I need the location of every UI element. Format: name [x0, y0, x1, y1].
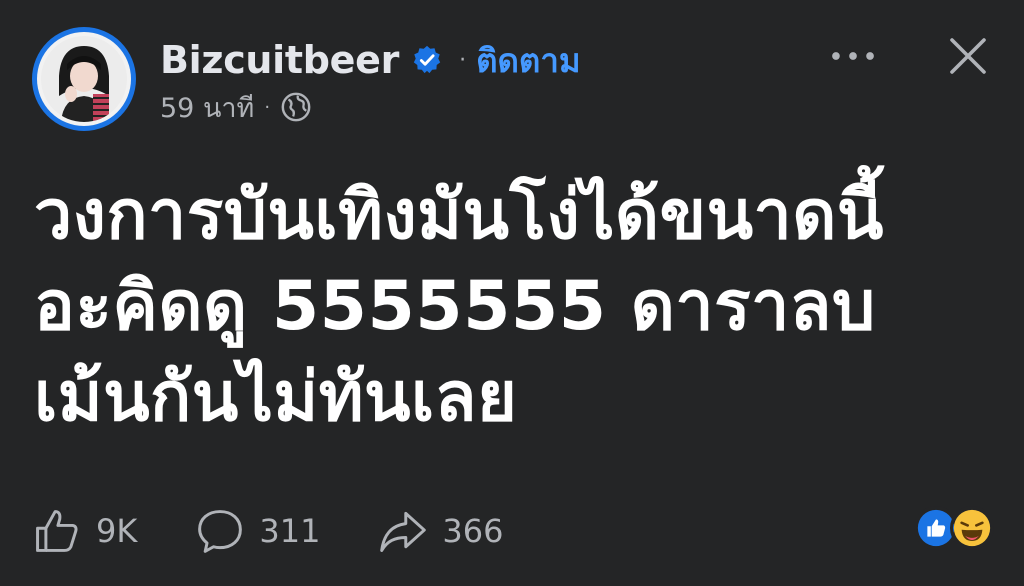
comment-button[interactable]: 311 — [193, 504, 320, 558]
share-button[interactable]: 366 — [376, 504, 504, 558]
post-text-line: เม้นกันไม่ทันเลย — [34, 358, 518, 437]
meta-separator: · — [264, 96, 271, 118]
comment-icon — [193, 504, 247, 558]
reactions-summary[interactable] — [914, 506, 994, 550]
share-count: 366 — [442, 512, 504, 550]
thumbs-up-icon — [30, 504, 84, 558]
post-meta: 59 นาที · — [160, 88, 314, 126]
haha-reaction-icon — [950, 506, 994, 550]
more-dots-icon — [832, 52, 874, 60]
author-row: Bizcuitbeer · ติดตาม — [160, 34, 581, 86]
like-button[interactable]: 9K — [30, 504, 137, 558]
post-timestamp[interactable]: 59 นาที — [160, 86, 254, 129]
share-arrow-icon — [376, 504, 430, 558]
like-count: 9K — [96, 512, 138, 550]
post-card: Bizcuitbeer · ติดตาม 59 นาที · วงการบันเ… — [0, 0, 1024, 586]
post-text-line: อะคิดดู 5555555 ดาราลบ — [34, 267, 876, 346]
avatar-photo-icon — [41, 36, 127, 122]
author-name[interactable]: Bizcuitbeer — [160, 38, 399, 82]
close-icon — [950, 38, 986, 74]
comment-count: 311 — [259, 512, 321, 550]
follow-button[interactable]: ติดตาม — [476, 34, 581, 87]
post-actions: 9K 311 366 — [30, 503, 994, 559]
avatar[interactable] — [32, 27, 136, 131]
globe-icon — [280, 90, 314, 124]
avatar-image — [37, 32, 131, 126]
post-text-line: วงการบันเทิงมันโง่ได้ขนาดนี้ — [34, 176, 884, 255]
close-button[interactable] — [940, 28, 996, 84]
verified-badge-icon — [411, 43, 445, 77]
post-text: วงการบันเทิงมันโง่ได้ขนาดนี้ อะคิดดู 555… — [34, 170, 994, 443]
separator-dot: · — [459, 47, 467, 73]
more-options-button[interactable] — [826, 38, 880, 74]
